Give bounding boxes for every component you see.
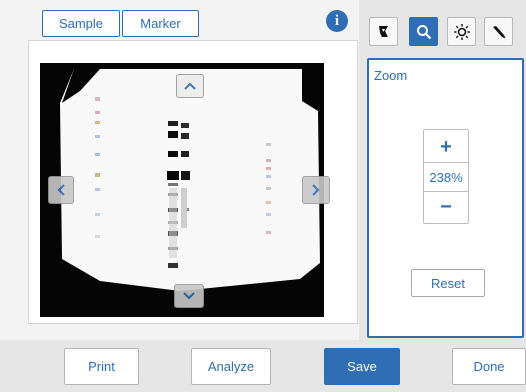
brightness-icon[interactable] <box>447 17 476 46</box>
info-icon[interactable]: i <box>326 10 348 32</box>
magnifier-icon[interactable] <box>409 17 438 46</box>
eyedropper-icon[interactable] <box>484 17 513 46</box>
zoom-title: Zoom <box>374 68 408 83</box>
done-button[interactable]: Done <box>452 348 526 385</box>
reset-button[interactable]: Reset <box>411 269 485 297</box>
blot-image <box>60 69 320 291</box>
sample-tab-button[interactable]: Sample <box>42 10 120 37</box>
action-bar: Print Analyze Save Done <box>0 340 526 392</box>
chevron-left-icon[interactable] <box>48 176 74 204</box>
zoom-in-button[interactable]: + <box>424 132 468 162</box>
chevron-up-icon[interactable] <box>176 74 204 98</box>
chevron-down-icon[interactable] <box>174 284 204 308</box>
crop-icon[interactable] <box>369 17 398 46</box>
marker-tab-button[interactable]: Marker <box>122 10 199 37</box>
zoom-panel: Zoom + 238% − Reset <box>367 58 524 338</box>
zoom-level-value: 238% <box>424 162 468 192</box>
tools-panel: Zoom + 238% − Reset <box>359 0 526 340</box>
zoom-out-button[interactable]: − <box>424 192 468 222</box>
image-panel: Sample Marker i <box>0 0 359 340</box>
analyze-button[interactable]: Analyze <box>191 348 271 385</box>
save-button[interactable]: Save <box>324 348 400 385</box>
zoom-stepper: + 238% − <box>423 129 469 224</box>
chevron-right-icon[interactable] <box>302 176 330 204</box>
print-button[interactable]: Print <box>64 348 139 385</box>
blot-image-view[interactable] <box>40 63 324 317</box>
